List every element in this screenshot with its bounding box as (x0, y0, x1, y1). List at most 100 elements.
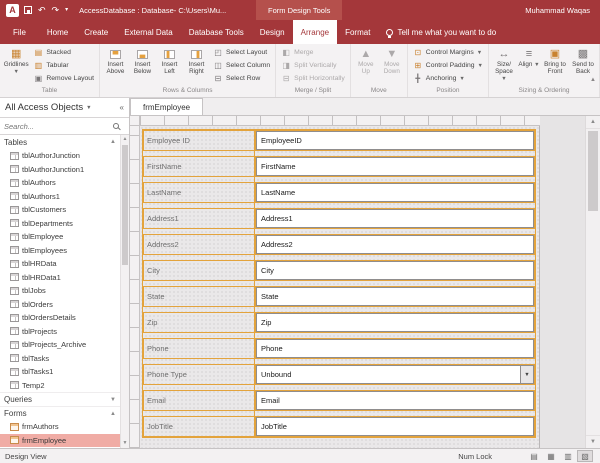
size-space-button[interactable]: ↔ Size/ Space ▼ (491, 46, 517, 84)
tab-create[interactable]: Create (76, 20, 116, 44)
nav-item-tblAuthors[interactable]: tblAuthors (0, 176, 120, 190)
nav-item-tblTasks[interactable]: tblTasks (0, 352, 120, 366)
nav-item-tblEmployee[interactable]: tblEmployee (0, 230, 120, 244)
tab-design[interactable]: Design (252, 20, 293, 44)
control-margins-button[interactable]: ⊡ Control Margins ▼ (410, 46, 486, 59)
horizontal-ruler[interactable] (140, 116, 540, 126)
split-horizontally-button[interactable]: ⊟ Split Horizontally (278, 72, 348, 85)
field-label-cell[interactable]: Phone Type (143, 364, 255, 385)
tab-external-data[interactable]: External Data (116, 20, 180, 44)
select-row-button[interactable]: ⊟ Select Row (210, 72, 273, 85)
align-button[interactable]: ≡ Align ▼ (517, 46, 541, 69)
access-app-icon[interactable]: A (6, 4, 19, 17)
scrollbar-thumb[interactable] (588, 131, 598, 211)
field-label-cell[interactable]: Phone (143, 338, 255, 359)
nav-scrollbar[interactable]: ▲ ▼ (120, 135, 129, 448)
layout-view-button[interactable]: ▥ (560, 450, 576, 462)
nav-section-forms[interactable]: Forms ▲ (0, 406, 120, 420)
nav-item-tblAuthors1[interactable]: tblAuthors1 (0, 190, 120, 204)
nav-item-tblDepartments[interactable]: tblDepartments (0, 217, 120, 231)
form-stacked-layout[interactable]: Employee ID EmployeeID FirstName FirstNa… (142, 129, 536, 438)
nav-item-tblAuthorJunction[interactable]: tblAuthorJunction (0, 149, 120, 163)
tab-frmEmployee[interactable]: frmEmployee (130, 98, 203, 115)
nav-item-tblHRData1[interactable]: tblHRData1 (0, 271, 120, 285)
nav-item-Temp2[interactable]: Temp2 (0, 379, 120, 393)
scroll-up-icon[interactable]: ▲ (586, 116, 600, 129)
insert-below-button[interactable]: ▄ Insert Below (129, 46, 156, 76)
field-textbox[interactable]: Email (255, 390, 535, 411)
save-icon[interactable] (24, 6, 32, 14)
send-to-back-button[interactable]: ▩ Send to Back (569, 46, 597, 76)
form-detail-grid[interactable]: Employee ID EmployeeID FirstName FirstNa… (140, 126, 540, 448)
search-input[interactable] (4, 122, 113, 131)
field-textbox[interactable]: Zip (255, 312, 535, 333)
nav-menu-arrow-icon[interactable]: ▼ (86, 105, 91, 111)
nav-item-tblOrders[interactable]: tblOrders (0, 298, 120, 312)
field-label-cell[interactable]: Email (143, 390, 255, 411)
nav-item-tblTasks1[interactable]: tblTasks1 (0, 365, 120, 379)
field-textbox[interactable]: Address2 (255, 234, 535, 255)
select-layout-button[interactable]: ◰ Select Layout (210, 46, 273, 59)
nav-section-tables[interactable]: Tables ▲ (0, 135, 120, 149)
nav-item-tblHRData[interactable]: tblHRData (0, 257, 120, 271)
tab-home[interactable]: Home (39, 20, 76, 44)
field-label-cell[interactable]: JobTitle (143, 416, 255, 437)
tell-me-box[interactable]: Tell me what you want to do (386, 20, 496, 44)
nav-item-tblEmployees[interactable]: tblEmployees (0, 244, 120, 258)
field-label-cell[interactable]: City (143, 260, 255, 281)
field-label-cell[interactable]: FirstName (143, 156, 255, 177)
merge-button[interactable]: ◧ Merge (278, 46, 348, 59)
account-user-name[interactable]: Muhammad Waqas (525, 0, 590, 20)
field-textbox[interactable]: JobTitle (255, 416, 535, 437)
split-vertically-button[interactable]: ◨ Split Vertically (278, 59, 348, 72)
insert-above-button[interactable]: ▀ Insert Above (102, 46, 129, 76)
move-up-button[interactable]: ▲ Move Up (353, 46, 379, 76)
insert-right-button[interactable]: ▐ Insert Right (183, 46, 210, 76)
form-view-button[interactable]: ▤ (526, 450, 542, 462)
field-textbox[interactable]: City (255, 260, 535, 281)
combo-dropdown-icon[interactable]: ▼ (520, 366, 533, 383)
bring-to-front-button[interactable]: ▣ Bring to Front (541, 46, 569, 76)
qat-customize-icon[interactable]: ▾ (65, 7, 68, 13)
field-label-cell[interactable]: Address2 (143, 234, 255, 255)
field-label-cell[interactable]: Employee ID (143, 130, 255, 151)
vertical-ruler[interactable] (130, 126, 140, 448)
nav-item-tblOrdersDetails[interactable]: tblOrdersDetails (0, 311, 120, 325)
scroll-down-icon[interactable]: ▼ (586, 435, 600, 448)
anchoring-button[interactable]: ╋ Anchoring ▼ (410, 72, 486, 85)
design-view-button[interactable]: ▧ (577, 450, 593, 462)
field-textbox[interactable]: FirstName (255, 156, 535, 177)
field-label-cell[interactable]: State (143, 286, 255, 307)
field-textbox[interactable]: Phone (255, 338, 535, 359)
scroll-up-icon[interactable]: ▲ (121, 135, 129, 144)
move-down-button[interactable]: ▼ Move Down (379, 46, 405, 76)
nav-item-tblProjects_Archive[interactable]: tblProjects_Archive (0, 338, 120, 352)
tab-arrange[interactable]: Arrange (293, 20, 337, 44)
field-combobox[interactable]: Unbound ▼ (255, 364, 535, 385)
insert-left-button[interactable]: ▌ Insert Left (156, 46, 183, 76)
nav-item-frmEmployee[interactable]: frmEmployee (0, 434, 120, 448)
remove-layout-button[interactable]: ▣ Remove Layout (30, 72, 97, 85)
control-padding-button[interactable]: ⊞ Control Padding ▼ (410, 59, 486, 72)
nav-item-frmAuthors[interactable]: frmAuthors (0, 420, 120, 434)
scrollbar-thumb[interactable] (122, 145, 128, 265)
nav-item-tblProjects[interactable]: tblProjects (0, 325, 120, 339)
tab-database-tools[interactable]: Database Tools (181, 20, 252, 44)
shutter-bar-close-icon[interactable]: « (120, 103, 124, 112)
collapse-ribbon-button[interactable]: ▲ (590, 77, 596, 83)
field-textbox[interactable]: EmployeeID (255, 130, 535, 151)
field-textbox[interactable]: LastName (255, 182, 535, 203)
field-label-cell[interactable]: Zip (143, 312, 255, 333)
field-label-cell[interactable]: LastName (143, 182, 255, 203)
undo-icon[interactable]: ↶ (38, 6, 46, 15)
stacked-button[interactable]: ▤ Stacked (30, 46, 97, 59)
nav-item-tblCustomers[interactable]: tblCustomers (0, 203, 120, 217)
nav-item-tblJobs[interactable]: tblJobs (0, 284, 120, 298)
scroll-down-icon[interactable]: ▼ (121, 439, 129, 448)
design-vertical-scrollbar[interactable]: ▲ ▼ (585, 116, 600, 448)
tab-file[interactable]: File (0, 20, 39, 44)
tab-format[interactable]: Format (337, 20, 378, 44)
gridlines-button[interactable]: ▦ Gridlines ▼ (2, 46, 30, 77)
redo-icon[interactable]: ↷ (52, 6, 60, 15)
field-textbox[interactable]: Address1 (255, 208, 535, 229)
